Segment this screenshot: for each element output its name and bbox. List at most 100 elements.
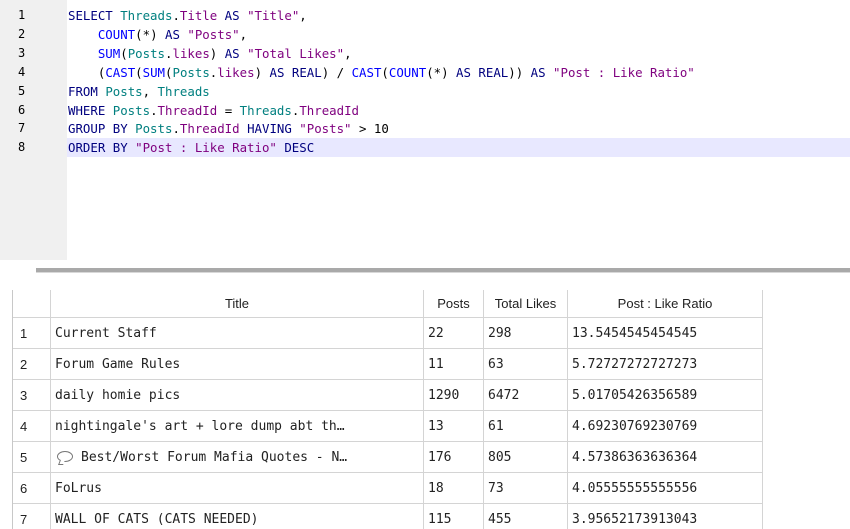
row-number[interactable]: 4 (13, 411, 51, 442)
cell-ratio[interactable]: 5.01705426356589 (568, 380, 763, 411)
line-number: 2 (18, 26, 26, 41)
row-number[interactable]: 6 (13, 473, 51, 504)
cell-posts-text: 115 (428, 512, 452, 527)
code-token: ) (254, 64, 270, 80)
results-grid[interactable]: Title Posts Total Likes Post : Like Rati… (12, 290, 850, 529)
code-token: ThreadId (179, 121, 240, 137)
cell-posts[interactable]: 176 (424, 442, 484, 473)
cell-total-likes[interactable]: 63 (484, 349, 568, 380)
code-line[interactable]: (CAST(SUM(Posts.likes) AS REAL) / CAST(C… (67, 63, 850, 82)
cell-title[interactable]: daily homie pics (51, 380, 424, 411)
code-line[interactable]: FROM Posts, Threads (67, 82, 850, 101)
cell-ratio[interactable]: 4.05555555555556 (568, 473, 763, 504)
code-token: COUNT (97, 26, 136, 42)
column-header-title[interactable]: Title (51, 290, 424, 318)
splitter-area (0, 260, 850, 288)
code-token: AS (165, 26, 188, 42)
code-token: likes (217, 64, 255, 80)
code-token: HAVING (239, 121, 300, 137)
code-token: Threads (120, 8, 173, 23)
code-token: WHERE (68, 102, 113, 118)
column-header-total-likes[interactable]: Total Likes (484, 290, 568, 318)
cell-total-likes[interactable]: 61 (484, 411, 568, 442)
cell-posts[interactable]: 22 (424, 318, 484, 349)
code-token: , (344, 45, 352, 61)
cell-posts[interactable]: 18 (424, 473, 484, 504)
code-token: CAST (105, 64, 136, 80)
code-line[interactable]: ORDER BY "Post : Like Ratio" DESC (67, 138, 850, 158)
cell-total-likes[interactable]: 805 (484, 442, 568, 473)
cell-total-likes-text: 6472 (488, 388, 520, 403)
sql-editor[interactable]: 12345678 SELECT Threads.Title AS "Title"… (0, 0, 850, 260)
cell-posts-text: 176 (428, 450, 452, 465)
row-number[interactable]: 2 (13, 349, 51, 380)
cell-posts-text: 1290 (428, 388, 460, 403)
code-token: , (299, 8, 307, 23)
cell-total-likes[interactable]: 6472 (484, 380, 568, 411)
code-token: ( (120, 45, 128, 61)
code-line[interactable]: SUM(Posts.likes) AS "Total Likes", (67, 44, 850, 63)
pane-splitter-shadow (36, 272, 850, 273)
cell-total-likes[interactable]: 298 (484, 318, 568, 349)
cell-ratio[interactable]: 3.95652173913043 (568, 504, 763, 529)
cell-total-likes[interactable]: 455 (484, 504, 568, 529)
cell-title[interactable]: nightingale's art + lore dump abt th… (51, 411, 424, 442)
code-token: likes (172, 45, 210, 61)
code-token: Posts (105, 83, 143, 99)
code-token: AS (217, 8, 248, 23)
cell-ratio-text: 5.01705426356589 (572, 388, 698, 403)
cell-title[interactable]: Best/Worst Forum Mafia Quotes - N… (51, 442, 424, 473)
cell-ratio[interactable]: 4.69230769230769 (568, 411, 763, 442)
code-token: Threads (157, 83, 210, 99)
line-number: 3 (18, 45, 26, 60)
cell-title[interactable]: Forum Game Rules (51, 349, 424, 380)
cell-ratio-text: 13.5454545454545 (572, 326, 698, 341)
code-line[interactable]: COUNT(*) AS "Posts", (67, 25, 850, 44)
cell-posts[interactable]: 11 (424, 349, 484, 380)
code-token: SELECT (68, 8, 121, 23)
code-token: ThreadId (299, 102, 359, 118)
cell-ratio[interactable]: 5.72727272727273 (568, 349, 763, 380)
row-number[interactable]: 5 (13, 442, 51, 473)
cell-posts[interactable]: 1290 (424, 380, 484, 411)
code-token: )) (508, 64, 531, 80)
code-area[interactable]: SELECT Threads.Title AS "Title", COUNT(*… (67, 0, 850, 260)
cell-posts[interactable]: 115 (424, 504, 484, 529)
code-token: Posts (112, 102, 151, 118)
code-token: (*) (426, 64, 457, 80)
cell-title[interactable]: Current Staff (51, 318, 424, 349)
cell-title[interactable]: WALL OF CATS (CATS NEEDED) (51, 504, 424, 529)
code-token: AS (224, 45, 248, 61)
cell-total-likes[interactable]: 73 (484, 473, 568, 504)
row-number[interactable]: 7 (13, 504, 51, 529)
code-token: DESC (276, 140, 315, 156)
code-token: Posts (172, 64, 210, 80)
row-number[interactable]: 3 (13, 380, 51, 411)
cell-title-text: nightingale's art + lore dump abt th… (55, 419, 345, 434)
code-line[interactable]: SELECT Threads.Title AS "Title", (67, 6, 850, 25)
line-number: 5 (18, 83, 26, 98)
code-token: "Posts" (299, 121, 352, 137)
cell-ratio[interactable]: 4.57386363636364 (568, 442, 763, 473)
column-header-ratio[interactable]: Post : Like Ratio (568, 290, 763, 318)
code-token: SUM (142, 64, 166, 80)
cell-ratio[interactable]: 13.5454545454545 (568, 318, 763, 349)
cell-ratio-text: 4.69230769230769 (572, 419, 698, 434)
code-token: Posts (135, 121, 173, 137)
cell-posts[interactable]: 13 (424, 411, 484, 442)
code-token: . (150, 102, 158, 118)
header-corner[interactable] (13, 290, 51, 318)
column-header-posts[interactable]: Posts (424, 290, 484, 318)
cell-title-text: WALL OF CATS (CATS NEEDED) (55, 512, 259, 527)
code-line[interactable]: WHERE Posts.ThreadId = Threads.ThreadId (67, 101, 850, 120)
row-number[interactable]: 1 (13, 318, 51, 349)
code-token: "Post : Like Ratio" (135, 140, 277, 156)
cell-title[interactable]: FoLrus (51, 473, 424, 504)
code-token: ( (68, 64, 106, 80)
code-line[interactable]: GROUP BY Posts.ThreadId HAVING "Posts" >… (67, 119, 850, 138)
code-token: "Title" (247, 8, 300, 23)
line-number: 1 (18, 8, 26, 22)
code-token: "Post : Like Ratio" (553, 64, 695, 80)
cell-posts-text: 13 (428, 419, 444, 434)
code-token: "Total Likes" (247, 45, 345, 61)
